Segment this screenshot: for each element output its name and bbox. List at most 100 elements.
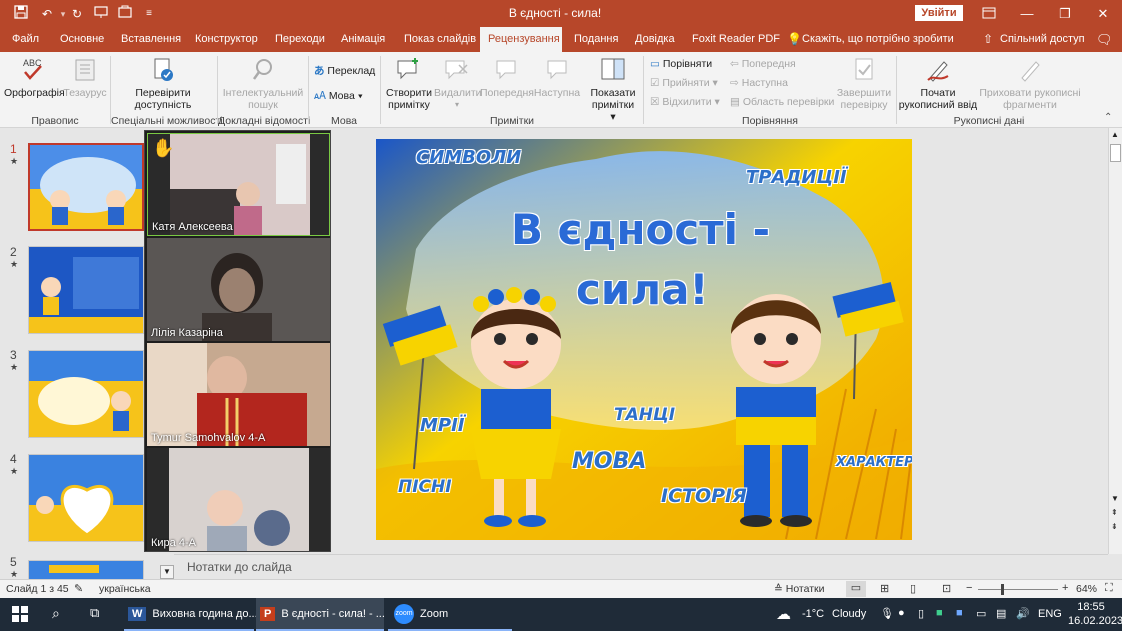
- clock-time: 18:55: [1077, 601, 1105, 613]
- tray-blue-icon[interactable]: ■: [956, 607, 963, 619]
- sign-in-button[interactable]: Увійти: [915, 5, 963, 21]
- clock[interactable]: 18:55 16.02.2023: [1068, 601, 1122, 627]
- tab-design[interactable]: Конструктор: [187, 27, 266, 52]
- compare-next-button[interactable]: ⇨ Наступна: [730, 76, 788, 90]
- share-button[interactable]: Спільний доступ: [1000, 33, 1085, 45]
- end-review-button[interactable]: Завершити перевірку: [836, 56, 892, 111]
- microphone-icon[interactable]: 🎙: [880, 607, 894, 620]
- participant-tile[interactable]: Кира 4-А: [147, 448, 330, 551]
- tray-app-icon[interactable]: ●: [898, 607, 905, 619]
- scroll-up-icon[interactable]: ▲: [1111, 130, 1119, 139]
- participant-tile[interactable]: Лілія Казаріна: [147, 238, 330, 341]
- next-comment-button[interactable]: Наступна: [532, 56, 582, 99]
- minimize-icon[interactable]: —: [1008, 0, 1046, 27]
- tab-slideshow[interactable]: Показ слайдів: [396, 27, 484, 52]
- input-language[interactable]: ENG: [1038, 608, 1062, 620]
- thumb-scroll-down-icon[interactable]: ▼: [160, 565, 174, 579]
- tab-home[interactable]: Основне: [52, 27, 112, 52]
- comments-icon[interactable]: 🗨: [1096, 32, 1113, 48]
- tab-file[interactable]: Файл: [4, 27, 47, 52]
- compare-button[interactable]: ▭ Порівняти: [650, 57, 712, 71]
- participant-tile[interactable]: ✋ Катя Алексеева: [147, 133, 330, 236]
- new-comment-label-1: Створити: [385, 87, 433, 99]
- collapse-ribbon-icon[interactable]: ⌃: [1104, 112, 1112, 123]
- accept-button[interactable]: ☑ Прийняти ▾: [650, 76, 718, 90]
- zoom-in-icon[interactable]: +: [1062, 582, 1068, 594]
- notes-toggle-button[interactable]: ≙ Нотатки: [774, 583, 825, 595]
- taskbar-powerpoint-app[interactable]: P В єдності - сила! - ...: [256, 598, 385, 631]
- volume-icon[interactable]: 🔊: [1016, 607, 1030, 620]
- next-slide-icon[interactable]: ⇟: [1111, 522, 1118, 531]
- tell-me-search[interactable]: Скажіть, що потрібно зробити: [802, 33, 954, 45]
- slide-thumbnail-5[interactable]: [28, 560, 144, 579]
- restore-icon[interactable]: ❐: [1046, 0, 1084, 27]
- participant-tile[interactable]: Tymur Samohvalov 4-A: [147, 343, 330, 446]
- usb-icon[interactable]: ▯: [918, 607, 924, 620]
- taskbar-zoom-app[interactable]: zoom Zoom: [388, 598, 512, 631]
- ribbon-separator: [308, 56, 309, 124]
- check-accessibility-button[interactable]: Перевірити доступність: [118, 56, 208, 111]
- previous-comment-button[interactable]: Попередня: [480, 56, 534, 99]
- slide-sorter-icon[interactable]: ⊞: [880, 582, 889, 595]
- spelling-button[interactable]: ABC Орфографія: [4, 56, 65, 99]
- slide-canvas[interactable]: СИМВОЛИ ТРАДИЦІЇ В єдності - сила! МРІЇ …: [376, 139, 912, 540]
- tab-insert[interactable]: Вставлення: [113, 27, 189, 52]
- present-from-start-icon[interactable]: [92, 5, 110, 23]
- start-icon[interactable]: [12, 606, 28, 625]
- tab-transitions[interactable]: Переходи: [267, 27, 333, 52]
- network-icon[interactable]: ▤: [996, 607, 1006, 620]
- slide-thumbnail-4[interactable]: [28, 454, 144, 542]
- zoom-slider[interactable]: [978, 589, 1058, 590]
- previous-slide-icon[interactable]: ⇞: [1111, 508, 1118, 517]
- battery-icon[interactable]: ▭: [976, 607, 986, 620]
- proofing-status-icon[interactable]: ✎: [74, 582, 83, 595]
- customize-icon[interactable]: [116, 5, 134, 23]
- taskbar-word-app[interactable]: W Виховна година до...: [124, 598, 258, 631]
- ribbon-display-options-icon[interactable]: [970, 0, 1008, 27]
- smart-lookup-button[interactable]: Інтелектуальний пошук: [222, 56, 304, 111]
- tray-green-icon[interactable]: ■: [936, 607, 943, 619]
- reviewing-pane-button[interactable]: ▤ Область перевірки: [730, 95, 834, 109]
- hide-ink-button[interactable]: Приховати рукописні фрагменти: [978, 56, 1082, 111]
- tab-help[interactable]: Довідка: [627, 27, 683, 52]
- slideshow-view-icon[interactable]: ⊡: [942, 582, 951, 595]
- tab-animations[interactable]: Анімація: [333, 27, 393, 52]
- reject-button[interactable]: ☒ Відхилити ▾: [650, 95, 720, 109]
- search-icon[interactable]: ⌕: [52, 605, 60, 622]
- translate-button[interactable]: あ Переклад: [314, 64, 375, 78]
- close-icon[interactable]: ✕: [1084, 0, 1122, 27]
- new-comment-button[interactable]: Створити примітку: [384, 56, 434, 111]
- slide-thumbnail-1[interactable]: [28, 143, 144, 231]
- scroll-thumb[interactable]: [1110, 144, 1121, 162]
- slide-thumbnail-2[interactable]: [28, 246, 144, 334]
- participant-name: Кира 4-А: [151, 537, 196, 549]
- task-view-icon[interactable]: ⧉: [90, 605, 99, 621]
- fit-slide-icon[interactable]: ⛶: [1105, 582, 1113, 595]
- start-inking-button[interactable]: Почати рукописний ввід: [898, 56, 978, 111]
- notes-pane[interactable]: Нотатки до слайда: [174, 554, 1108, 579]
- tab-foxit[interactable]: Foxit Reader PDF: [684, 27, 788, 52]
- tab-review[interactable]: Рецензування: [480, 27, 562, 52]
- slide-thumbnail-3[interactable]: [28, 350, 144, 438]
- ribbon: ABC Орфографія Тезаурус Правопис Перевір…: [0, 52, 1122, 128]
- thesaurus-button[interactable]: Тезаурус: [62, 56, 108, 99]
- reviewing-pane-icon: ▤: [730, 96, 740, 108]
- weather-status[interactable]: Cloudy: [832, 608, 866, 620]
- scroll-down-icon[interactable]: ▼: [1111, 494, 1119, 503]
- save-icon[interactable]: [12, 5, 30, 23]
- show-comments-button[interactable]: Показати примітки ▾: [588, 56, 638, 123]
- normal-view-icon[interactable]: ▭: [846, 581, 866, 597]
- vertical-scrollbar[interactable]: ▲ ▼ ⇞ ⇟: [1108, 128, 1122, 554]
- zoom-out-icon[interactable]: −: [966, 582, 972, 594]
- compare-previous-button[interactable]: ⇦ Попередня: [730, 57, 796, 71]
- weather-temp[interactable]: -1°C: [802, 608, 824, 620]
- reading-view-icon[interactable]: ▯: [910, 582, 916, 595]
- zoom-slider-handle[interactable]: [1001, 584, 1004, 595]
- tab-view[interactable]: Подання: [566, 27, 626, 52]
- delete-comment-button[interactable]: Видалити ▾: [434, 56, 482, 111]
- zoom-level[interactable]: 64%: [1076, 583, 1097, 595]
- language-status[interactable]: українська: [99, 583, 151, 595]
- language-button[interactable]: 🗚 Мова ▾: [314, 89, 363, 103]
- qat-more-icon[interactable]: ≡: [140, 5, 158, 23]
- redo-icon[interactable]: ↻: [68, 5, 86, 23]
